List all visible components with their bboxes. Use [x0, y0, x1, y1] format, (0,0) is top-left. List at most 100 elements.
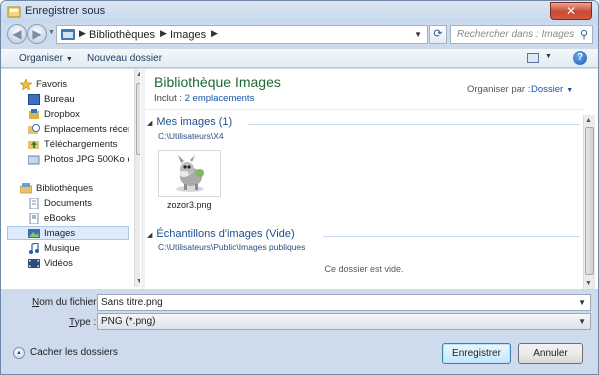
search-icon[interactable]: ⚲ — [580, 28, 588, 41]
sidebar-item-documents[interactable]: Documents — [7, 197, 129, 211]
sidebar-header-bibliotheques[interactable]: Bibliothèques — [7, 182, 129, 196]
group-title: Mes images (1) — [156, 116, 233, 128]
group-header-echantillons[interactable]: ◢ Échantillons d'images (Vide) — [147, 228, 295, 240]
recent-places-icon — [28, 124, 40, 135]
arrange-by-dropdown[interactable]: Dossier ▼ — [531, 84, 573, 95]
sidebar-item-label: Dropbox — [44, 109, 80, 120]
sidebar-item-ebooks[interactable]: eBooks — [7, 212, 129, 226]
filename-dropdown-icon[interactable]: ▼ — [578, 298, 586, 307]
save-button[interactable]: Enregistrer — [442, 343, 511, 364]
sidebar-item-images[interactable]: Images — [7, 226, 129, 240]
chevron-up-icon: ▲ — [13, 347, 25, 359]
music-icon — [28, 242, 40, 254]
scroll-thumb[interactable] — [585, 127, 594, 275]
empty-folder-message: Ce dossier est vide. — [324, 264, 404, 274]
command-bar: Organiser ▼ Nouveau dossier ▼ ? — [1, 48, 598, 68]
recent-pages-dropdown-icon[interactable]: ▼ — [48, 29, 55, 36]
star-icon — [19, 78, 33, 91]
file-list-scrollbar[interactable]: ▲ ▼ — [583, 115, 595, 289]
sidebar-item-label: Téléchargements — [44, 139, 118, 150]
cancel-button[interactable]: Annuler — [518, 343, 583, 364]
scroll-down-icon[interactable]: ▼ — [136, 278, 140, 285]
filename-label: Nom du fichier : — [32, 297, 102, 308]
libraries-icon — [19, 183, 33, 194]
search-input[interactable]: Rechercher dans : Images — [457, 29, 574, 40]
chevron-down-icon: ▼ — [566, 87, 574, 94]
help-icon[interactable]: ? — [573, 51, 587, 65]
breadcrumb-bibliotheques[interactable]: Bibliothèques — [89, 29, 155, 41]
collapse-triangle-icon[interactable]: ◢ — [147, 232, 152, 239]
group-rule — [248, 124, 580, 125]
filename-value[interactable]: Sans titre.png — [101, 297, 163, 308]
save-as-dialog: Enregistrer sous ✕ ◀ ▶ ▼ ▶ Bibliothèques… — [0, 0, 599, 375]
includes-label: Inclut : — [154, 93, 185, 104]
scroll-up-icon[interactable]: ▲ — [136, 71, 140, 78]
file-item[interactable] — [158, 150, 221, 197]
file-list-pane[interactable]: Bibliothèque Images Inclut : 2 emplaceme… — [145, 69, 597, 289]
scroll-thumb[interactable] — [136, 83, 140, 155]
group-header-mes-images[interactable]: ◢ Mes images (1) — [147, 116, 232, 128]
sidebar-item-label: eBooks — [44, 213, 76, 224]
browser-content: Favoris Bureau Dropbox Emplacements réce… — [1, 69, 598, 289]
address-row: ◀ ▶ ▼ ▶ Bibliothèques ▶ Images ▶ ▼ ⟳ Rec… — [1, 23, 598, 45]
scroll-up-icon[interactable]: ▲ — [585, 117, 592, 124]
sidebar-item-dropbox[interactable]: Dropbox — [7, 108, 129, 122]
pictures-icon — [28, 228, 40, 239]
close-button[interactable]: ✕ — [550, 2, 592, 20]
breadcrumb-images[interactable]: Images — [170, 29, 206, 41]
navigation-pane[interactable]: Favoris Bureau Dropbox Emplacements réce… — [7, 69, 140, 287]
view-options-icon[interactable] — [527, 53, 539, 63]
breadcrumb-separator-icon[interactable]: ▶ — [160, 28, 167, 39]
title-bar[interactable]: Enregistrer sous ✕ — [1, 1, 598, 23]
sidebar-item-label: Bureau — [44, 94, 75, 105]
group-title: Échantillons d'images (Vide) — [156, 228, 295, 240]
documents-icon — [28, 197, 40, 210]
file-type-label: Type : — [69, 317, 96, 328]
sidebar-item-telechargements[interactable]: Téléchargements — [7, 138, 129, 152]
sidebar-header-favoris[interactable]: Favoris — [7, 78, 129, 92]
forward-button[interactable]: ▶ — [27, 24, 47, 44]
filename-label-text: om du fichier : — [39, 297, 103, 308]
search-box[interactable]: Rechercher dans : Images ⚲ — [450, 25, 593, 44]
sidebar-header-label: Favoris — [36, 79, 68, 90]
type-label-text: ype : — [74, 317, 97, 328]
breadcrumb-separator-icon[interactable]: ▶ — [211, 28, 218, 39]
address-bar[interactable]: ▶ Bibliothèques ▶ Images ▶ ▼ — [56, 25, 428, 44]
sidebar-item-bureau[interactable]: Bureau — [7, 93, 129, 107]
ebooks-icon — [28, 212, 40, 225]
sidebar-item-videos[interactable]: Vidéos — [7, 257, 129, 271]
group-path: C:\Utilisateurs\X4 — [158, 131, 224, 141]
sidebar-item-label: Documents — [44, 198, 93, 209]
includes-locations-link[interactable]: 2 emplacements — [185, 93, 255, 104]
breadcrumb-separator-icon[interactable]: ▶ — [79, 28, 86, 39]
file-type-dropdown-icon[interactable]: ▼ — [578, 317, 586, 326]
library-includes: Inclut : 2 emplacements — [154, 93, 254, 104]
sidebar-item-photos-jpg[interactable]: Photos JPG 500Ko et pl — [7, 153, 129, 167]
file-type-select[interactable]: PNG (*.png) ▼ — [97, 313, 591, 330]
navigation-scrollbar[interactable]: ▲ ▼ — [134, 69, 140, 287]
view-dropdown-icon[interactable]: ▼ — [545, 53, 552, 60]
new-folder-button[interactable]: Nouveau dossier — [87, 53, 162, 64]
donkey-image-thumbnail — [176, 155, 204, 192]
group-path: C:\Utilisateurs\Public\Images publiques — [158, 242, 306, 252]
sidebar-item-label: Images — [44, 228, 76, 239]
organize-button[interactable]: Organiser ▼ — [19, 53, 73, 64]
refresh-button[interactable]: ⟳ — [429, 25, 447, 44]
arrange-by-value: Dossier — [531, 84, 564, 95]
address-dropdown-icon[interactable]: ▼ — [414, 30, 422, 39]
file-name[interactable]: zozor3.png — [167, 200, 212, 210]
header-divider — [145, 109, 583, 110]
hide-folders-label: Cacher les dossiers — [30, 347, 118, 358]
chevron-down-icon: ▼ — [65, 56, 73, 63]
library-folder-icon — [61, 29, 75, 40]
sidebar-header-label: Bibliothèques — [36, 183, 94, 194]
scroll-down-icon[interactable]: ▼ — [585, 280, 592, 287]
back-button[interactable]: ◀ — [7, 24, 27, 44]
filename-field[interactable]: Sans titre.png ▼ — [97, 294, 591, 311]
sidebar-item-label: Vidéos — [44, 258, 73, 269]
collapse-triangle-icon[interactable]: ◢ — [147, 120, 152, 127]
window-title: Enregistrer sous — [25, 5, 106, 17]
sidebar-item-musique[interactable]: Musique — [7, 242, 129, 256]
group-rule — [323, 236, 580, 237]
sidebar-item-emplacements-recents[interactable]: Emplacements récents — [7, 123, 129, 137]
